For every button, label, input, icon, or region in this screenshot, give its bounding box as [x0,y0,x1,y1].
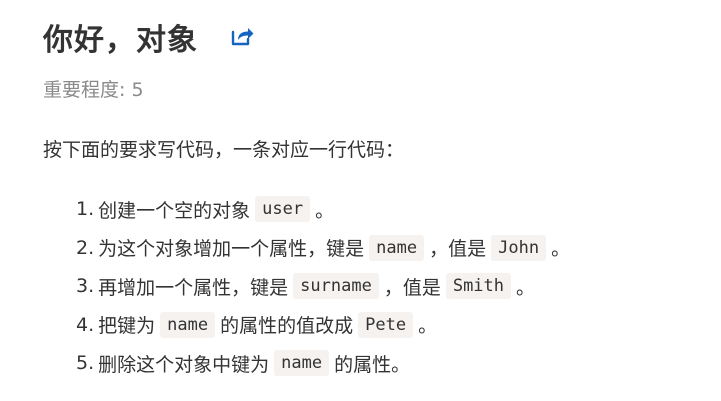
task-text: 把键为 [98,315,156,338]
task-text: 的属性的值改成 [220,315,354,338]
list-item: 4. 把键为 name 的属性的值改成 Pete 。 [76,306,570,345]
list-item: 3. 再增加一个属性，键是 surname ，值是 Smith 。 [76,267,570,306]
importance-label: 重要程度: 5 [43,79,144,101]
list-number: 5. [76,352,95,375]
task-text: 。 [315,199,335,222]
inline-code: name [369,234,425,261]
list-item: 1. 创建一个空的对象 user 。 [76,190,570,229]
inline-code: surname [293,273,379,300]
inline-code: Pete [358,311,414,338]
list-number: 4. [76,313,95,336]
list-number: 2. [76,236,95,259]
task-text: 。 [516,276,536,299]
task-text: ，值是 [429,238,487,261]
task-text: 创建一个空的对象 [98,199,251,222]
task-text: 删除这个对象中键为 [98,353,270,376]
list-number: 3. [76,275,95,298]
task-intro: 按下面的要求写代码，一条对应一行代码： [43,139,405,161]
inline-code: John [491,234,547,261]
list-item: 2. 为这个对象增加一个属性，键是 name ，值是 John 。 [76,229,570,268]
list-number: 1. [76,198,95,221]
list-item: 5. 删除这个对象中键为 name 的属性。 [76,344,570,383]
task-text: 再增加一个属性，键是 [98,276,289,299]
task-list: 1. 创建一个空的对象 user 。 2. 为这个对象增加一个属性，键是 nam… [76,190,570,383]
task-header: 你好，对象 [43,20,198,62]
inline-code: name [274,350,330,377]
inline-code: Smith [445,273,512,300]
open-in-sandbox-button[interactable] [228,22,256,50]
inline-code: user [255,196,311,223]
task-text: 为这个对象增加一个属性，键是 [98,238,365,261]
inline-code: name [160,311,216,338]
task-text: 的属性。 [334,353,411,376]
task-text: 。 [418,315,438,338]
task-text: ，值是 [383,276,441,299]
external-link-icon [231,28,254,46]
task-text: 。 [551,238,571,261]
page-title: 你好，对象 [43,23,198,58]
